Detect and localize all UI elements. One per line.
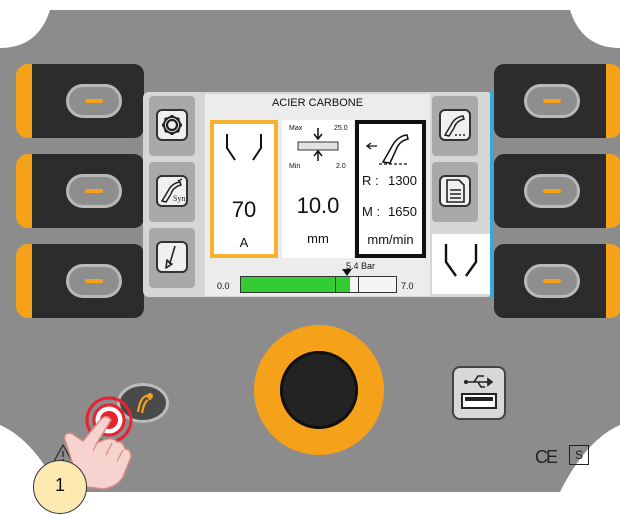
pill-indicator xyxy=(524,84,580,118)
thickness-unit: mm xyxy=(307,231,329,246)
gear-icon xyxy=(162,115,182,135)
pill-indicator xyxy=(524,174,580,208)
side-button-right-2[interactable] xyxy=(494,154,620,228)
current-value: 70 xyxy=(231,197,257,222)
torch-button[interactable] xyxy=(432,96,478,156)
material-title: ACIER CARBONE xyxy=(271,97,364,109)
ce-mark: CE xyxy=(535,447,558,467)
document-icon xyxy=(446,179,465,203)
document-button[interactable] xyxy=(432,162,478,222)
wire-speed-unit: mm/min xyxy=(367,232,414,247)
syn-label: Syn xyxy=(173,194,186,203)
thickness-icon xyxy=(297,128,339,161)
pressure-bar xyxy=(240,276,397,293)
pressure-tick xyxy=(358,277,359,292)
torch-down-icon xyxy=(165,245,176,269)
side-button-left-1[interactable] xyxy=(16,64,144,138)
step-badge: 1 xyxy=(33,460,87,514)
v-groove-icon xyxy=(444,244,478,277)
s-mark: S xyxy=(569,445,589,465)
wire-r-label: R : xyxy=(362,173,379,188)
pill-indicator xyxy=(66,84,122,118)
lcd-screen: ACIER CARBONE 70 A Max 25.0 Min 2.0 10.0… xyxy=(205,94,430,296)
torch-icon xyxy=(365,134,409,165)
pill-indicator xyxy=(524,264,580,298)
rotary-knob[interactable] xyxy=(280,351,358,429)
wire-m-label: M : xyxy=(362,204,381,219)
pill-indicator xyxy=(66,264,122,298)
pressure-tick xyxy=(335,277,336,292)
screen-right-edge xyxy=(490,92,493,297)
side-button-right-3[interactable] xyxy=(494,244,620,318)
joint-type-button[interactable] xyxy=(432,234,490,294)
wire-speed-card[interactable]: R : 1300 M : 1650 mm/min xyxy=(355,120,426,258)
usb-icon xyxy=(461,375,497,409)
usb-port xyxy=(452,366,506,420)
thickness-card[interactable]: Max 25.0 Min 2.0 10.0 mm xyxy=(282,120,354,258)
current-card[interactable]: 70 A xyxy=(210,120,278,258)
wire-r-value: 1300 xyxy=(388,173,417,188)
wire-m-value: 1650 xyxy=(388,204,417,219)
side-button-left-2[interactable] xyxy=(16,154,144,228)
pressure-bar-fill xyxy=(241,277,350,292)
step-number: 1 xyxy=(54,475,65,495)
current-unit: A xyxy=(239,235,249,250)
thickness-value: 10.0 xyxy=(296,193,340,218)
synergic-torch-button[interactable]: Syn xyxy=(149,162,195,222)
pill-indicator xyxy=(66,174,122,208)
v-groove-icon xyxy=(226,134,262,161)
torch-icon xyxy=(443,115,466,137)
torch-mode-button[interactable] xyxy=(149,228,195,288)
side-button-left-3[interactable] xyxy=(16,244,144,318)
settings-button[interactable] xyxy=(149,96,195,156)
pressure-max: 7.0 xyxy=(401,281,414,291)
side-button-right-1[interactable] xyxy=(494,64,620,138)
pressure-min: 0.0 xyxy=(217,281,230,291)
